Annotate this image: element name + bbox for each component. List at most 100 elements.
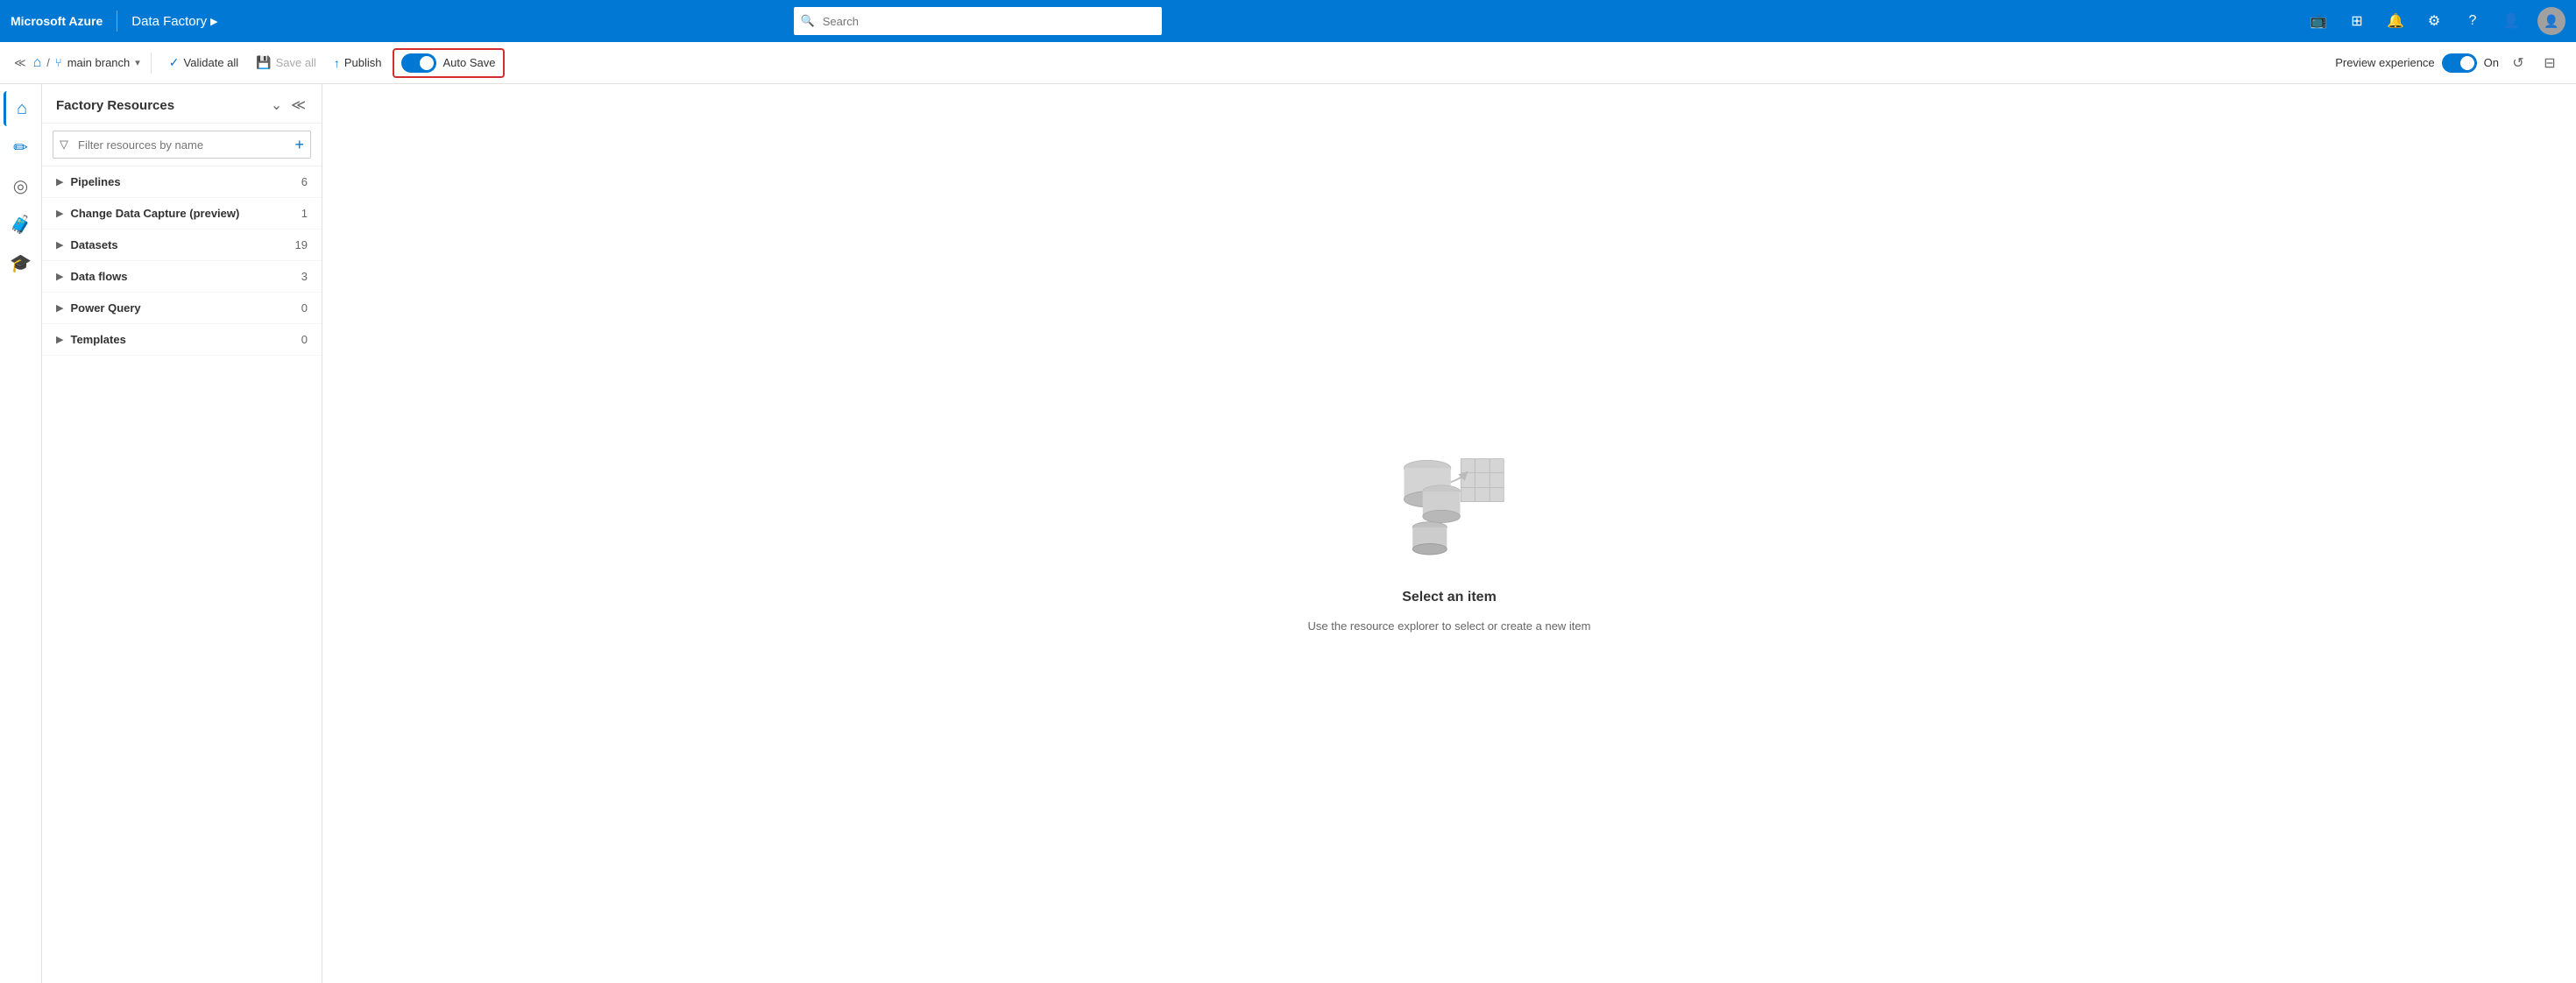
sidebar-icons: ⌂ ✏ ◎ 🧳 🎓 xyxy=(0,84,42,983)
publish-label: Publish xyxy=(344,56,382,69)
home-icon: ⌂ xyxy=(33,55,42,71)
avatar[interactable]: 👤 xyxy=(2537,7,2565,35)
list-item[interactable]: ▶ Power Query 0 xyxy=(42,293,322,324)
branch-chevron-icon: ▾ xyxy=(135,57,140,68)
save-icon: 💾 xyxy=(256,55,271,70)
branch-name-label: main branch xyxy=(67,56,131,69)
resource-item-name: Change Data Capture (preview) xyxy=(70,207,239,220)
sidebar-item-author[interactable]: ✏ xyxy=(4,130,39,165)
save-all-button[interactable]: 💾 Save all xyxy=(249,52,323,74)
chevron-right-icon: ▶ xyxy=(56,271,63,282)
grid-icon[interactable]: ⊞ xyxy=(2345,9,2369,33)
list-item[interactable]: ▶ Change Data Capture (preview) 1 xyxy=(42,198,322,230)
resource-item-count: 19 xyxy=(295,238,308,251)
resource-item-left: ▶ Power Query xyxy=(56,301,141,315)
toolbar: ≪ ⌂ / ⑂ main branch ▾ ✓ Validate all 💾 S… xyxy=(0,42,2576,84)
resource-item-name: Pipelines xyxy=(70,175,120,188)
sidebar-item-manage[interactable]: 🧳 xyxy=(4,207,39,242)
resource-item-count: 0 xyxy=(301,333,308,346)
pencil-icon: ✏ xyxy=(13,137,28,159)
layout-icon[interactable]: ⊟ xyxy=(2537,51,2562,75)
publish-icon: ↑ xyxy=(334,56,340,70)
collapse-panel-icon[interactable]: ⌄ xyxy=(269,95,284,116)
preview-label: Preview experience xyxy=(2335,56,2434,69)
preview-toggle[interactable] xyxy=(2442,53,2477,73)
settings-icon[interactable]: ⚙ xyxy=(2422,9,2446,33)
resource-item-count: 0 xyxy=(301,301,308,315)
nav-app-name[interactable]: Data Factory ▶ xyxy=(131,14,217,29)
resource-item-count: 6 xyxy=(301,175,308,188)
manage-icon: 🧳 xyxy=(10,214,32,236)
filter-row: ▽ + xyxy=(42,124,322,166)
add-resource-button[interactable]: + xyxy=(294,136,304,154)
app-chevron-icon: ▶ xyxy=(210,16,217,27)
nav-search-container: 🔍 xyxy=(794,7,1162,35)
list-item[interactable]: ▶ Templates 0 xyxy=(42,324,322,356)
sidebar-item-monitor[interactable]: ◎ xyxy=(4,168,39,203)
feedback-icon[interactable]: 📺 xyxy=(2306,9,2331,33)
chevron-right-icon: ▶ xyxy=(56,302,63,314)
validate-label: Validate all xyxy=(184,56,239,69)
resource-item-name: Data flows xyxy=(70,270,127,283)
toolbar-separator-1 xyxy=(151,53,152,74)
collapse-icon[interactable]: ≪ xyxy=(14,56,26,70)
autosave-toggle[interactable] xyxy=(401,53,436,73)
save-label: Save all xyxy=(276,56,316,69)
branch-slash: / xyxy=(46,56,50,69)
resource-list: ▶ Pipelines 6 ▶ Change Data Capture (pre… xyxy=(42,166,322,983)
search-icon: 🔍 xyxy=(801,14,815,28)
resource-item-count: 1 xyxy=(301,207,308,220)
validate-all-button[interactable]: ✓ Validate all xyxy=(162,52,245,74)
refresh-button[interactable]: ↺ xyxy=(2506,51,2530,75)
help-icon[interactable]: ? xyxy=(2460,9,2485,33)
main-content: Select an item Use the resource explorer… xyxy=(322,84,2576,983)
resource-item-left: ▶ Data flows xyxy=(56,270,127,283)
list-item[interactable]: ▶ Datasets 19 xyxy=(42,230,322,261)
chevron-right-icon: ▶ xyxy=(56,239,63,251)
branch-info[interactable]: ⌂ / ⑂ main branch ▾ xyxy=(33,55,140,71)
monitor-icon: ◎ xyxy=(13,175,28,197)
hide-panel-icon[interactable]: ≪ xyxy=(289,95,308,116)
branch-icon: ⑂ xyxy=(55,56,62,69)
resources-panel: Factory Resources ⌄ ≪ ▽ + ▶ Pipelines 6 … xyxy=(42,84,322,983)
resource-item-left: ▶ Pipelines xyxy=(56,175,121,188)
resource-item-left: ▶ Change Data Capture (preview) xyxy=(56,207,239,220)
empty-state-title: Select an item xyxy=(1402,590,1497,605)
notification-icon[interactable]: 🔔 xyxy=(2383,9,2408,33)
chevron-right-icon: ▶ xyxy=(56,334,63,345)
search-input[interactable] xyxy=(794,7,1162,35)
app-name-label: Data Factory xyxy=(131,14,207,29)
publish-button[interactable]: ↑ Publish xyxy=(327,53,389,74)
empty-state-subtitle: Use the resource explorer to select or c… xyxy=(1308,619,1591,633)
sidebar-item-home[interactable]: ⌂ xyxy=(4,91,39,126)
autosave-area: Auto Save xyxy=(393,48,505,78)
resources-title: Factory Resources xyxy=(56,98,174,113)
resource-item-name: Power Query xyxy=(70,301,140,315)
validate-icon: ✓ xyxy=(169,55,180,70)
resource-item-name: Datasets xyxy=(70,238,117,251)
nav-brand[interactable]: Microsoft Azure xyxy=(11,14,103,28)
nav-icons: 📺 ⊞ 🔔 ⚙ ? 👤 👤 xyxy=(2306,7,2565,35)
filter-input[interactable] xyxy=(53,131,311,159)
main-layout: ⌂ ✏ ◎ 🧳 🎓 Factory Resources ⌄ ≪ ▽ + xyxy=(0,84,2576,983)
user-icon[interactable]: 👤 xyxy=(2499,9,2523,33)
resource-item-name: Templates xyxy=(70,333,125,346)
list-item[interactable]: ▶ Pipelines 6 xyxy=(42,166,322,198)
home-nav-icon: ⌂ xyxy=(17,99,27,119)
autosave-label: Auto Save xyxy=(443,56,496,69)
chevron-right-icon: ▶ xyxy=(56,176,63,187)
preview-on-label: On xyxy=(2484,56,2499,69)
empty-state: Select an item Use the resource explorer… xyxy=(1308,435,1591,633)
preview-area: Preview experience On ↺ ⊟ xyxy=(2335,51,2562,75)
list-item[interactable]: ▶ Data flows 3 xyxy=(42,261,322,293)
learn-icon: 🎓 xyxy=(10,252,32,274)
resource-item-left: ▶ Datasets xyxy=(56,238,118,251)
sidebar-item-learn[interactable]: 🎓 xyxy=(4,245,39,280)
filter-icon: ▽ xyxy=(60,138,68,152)
chevron-right-icon: ▶ xyxy=(56,208,63,219)
resource-item-left: ▶ Templates xyxy=(56,333,126,346)
resource-item-count: 3 xyxy=(301,270,308,283)
resources-header-icons: ⌄ ≪ xyxy=(269,95,308,116)
top-nav: Microsoft Azure Data Factory ▶ 🔍 📺 ⊞ 🔔 ⚙… xyxy=(0,0,2576,42)
resources-header: Factory Resources ⌄ ≪ xyxy=(42,84,322,124)
